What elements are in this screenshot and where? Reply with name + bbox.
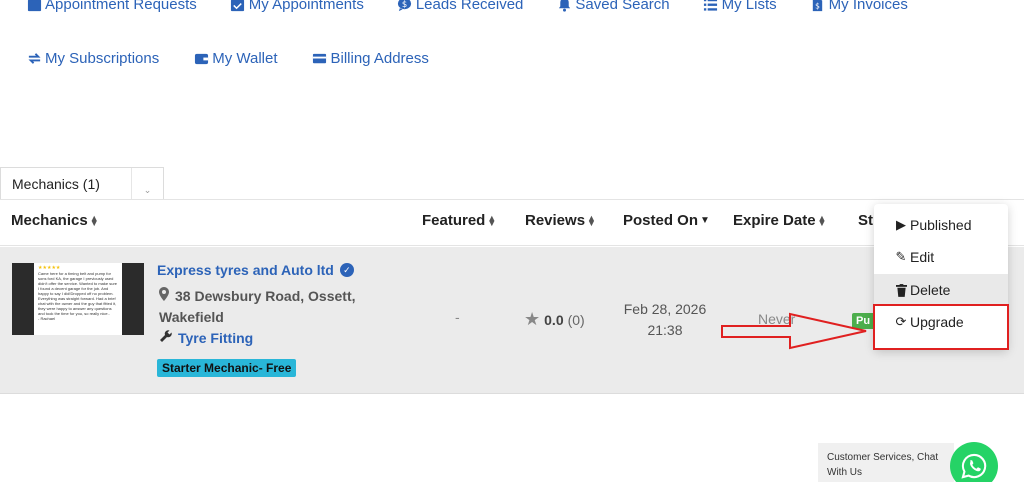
play-icon: ▶ xyxy=(896,217,906,232)
pencil-icon: ✎ xyxy=(895,249,907,264)
review-count: (0) xyxy=(567,311,585,328)
sort-icon: ▲ ▼ xyxy=(587,212,596,228)
review-snippet-image: ★★★★★ Came here for a timing belt and pu… xyxy=(34,263,122,335)
posted-date: Feb 28, 2026 xyxy=(623,301,707,317)
nav-my-wallet[interactable]: My Wallet xyxy=(193,50,278,67)
account-nav-row-2: My Subscriptions My Wallet Billing Addre… xyxy=(26,50,462,67)
nav-label: Billing Address xyxy=(330,50,429,67)
header-featured[interactable]: Featured ▲ ▼ xyxy=(422,212,497,229)
sort-desc-icon: ▼ xyxy=(700,215,710,226)
star-icon: ★ xyxy=(524,309,541,329)
address-text: 38 Dewsbury Road, Ossett, Wakefield xyxy=(159,288,356,325)
list-icon xyxy=(703,0,719,13)
nav-label: My Appointments xyxy=(248,0,364,13)
review-snippet-author: - Rachael xyxy=(38,316,56,321)
header-status[interactable]: St xyxy=(858,212,873,229)
menu-item-label: Edit xyxy=(910,249,935,265)
nav-label: Leads Received xyxy=(415,0,524,13)
posted-time: 21:38 xyxy=(647,322,683,338)
menu-item-delete[interactable]: Delete xyxy=(874,274,1008,306)
menu-item-label: Delete xyxy=(910,282,951,298)
nav-label: Saved Search xyxy=(575,0,670,13)
whatsapp-chat-button[interactable] xyxy=(950,442,998,482)
expire-value: Never xyxy=(758,311,796,327)
header-posted-on[interactable]: Posted On ▼ xyxy=(623,212,710,229)
tab-mechanics[interactable]: Mechanics (1) ⌄ xyxy=(0,167,164,200)
header-label: Posted On xyxy=(623,212,699,229)
svg-text:$: $ xyxy=(402,0,407,9)
header-reviews[interactable]: Reviews ▲ ▼ xyxy=(525,212,596,229)
whatsapp-icon xyxy=(961,453,987,479)
menu-item-label: Published xyxy=(910,217,972,233)
nav-my-appointments[interactable]: My Appointments xyxy=(230,0,364,13)
nav-label: My Subscriptions xyxy=(45,50,160,67)
listing-address: 38 Dewsbury Road, Ossett, Wakefield xyxy=(159,286,381,328)
account-nav-row-1: Appointment Requests My Appointments $ L… xyxy=(26,0,941,13)
sort-icon: ▲ ▼ xyxy=(487,212,497,228)
plan-badge: Starter Mechanic- Free xyxy=(157,359,297,377)
nav-my-lists[interactable]: My Lists xyxy=(703,0,777,13)
nav-my-subscriptions[interactable]: My Subscriptions xyxy=(26,50,159,67)
table-row: ★★★★★ Came here for a timing belt and pu… xyxy=(0,247,1024,394)
invoice-icon: $ xyxy=(810,0,826,13)
header-expire-date[interactable]: Expire Date ▲ ▼ xyxy=(733,212,826,229)
nav-billing-address[interactable]: Billing Address xyxy=(312,50,429,67)
calendar-icon xyxy=(26,0,42,13)
posted-on-cell: Feb 28, 2026 21:38 xyxy=(615,299,715,341)
nav-appointment-requests[interactable]: Appointment Requests xyxy=(26,0,197,13)
category-text: Tyre Fitting xyxy=(178,329,254,346)
sort-icon: ▲ ▼ xyxy=(817,212,827,228)
wrench-icon xyxy=(159,329,173,346)
reviews-cell: ★ 0.0 (0) xyxy=(524,309,585,330)
header-label: Reviews xyxy=(525,212,586,229)
nav-saved-search[interactable]: Saved Search xyxy=(556,0,670,13)
wallet-icon xyxy=(193,51,209,67)
listing-category[interactable]: Tyre Fitting xyxy=(159,329,253,346)
nav-leads-received[interactable]: $ Leads Received xyxy=(397,0,524,13)
rating-value: 0.0 xyxy=(544,311,564,328)
chat-prompt[interactable]: Customer Services, Chat With Us xyxy=(818,443,954,482)
nav-label: Appointment Requests xyxy=(45,0,197,13)
listing-title-text: Express tyres and Auto ltd xyxy=(157,262,334,278)
dollar-bubble-icon: $ xyxy=(397,0,413,13)
menu-item-edit[interactable]: ✎ Edit xyxy=(874,241,1008,273)
menu-item-published[interactable]: ▶ Published xyxy=(874,209,1008,241)
sync-icon xyxy=(26,51,42,67)
listing-title[interactable]: Express tyres and Auto ltd ✓ xyxy=(157,262,354,278)
map-pin-icon xyxy=(159,286,169,307)
card-icon xyxy=(312,51,328,67)
featured-value: - xyxy=(455,309,460,325)
chevron-down-icon[interactable]: ⌄ xyxy=(131,168,163,200)
nav-label: My Lists xyxy=(721,0,777,13)
header-label: St xyxy=(858,212,873,229)
header-label: Expire Date xyxy=(733,212,816,229)
verified-check-icon: ✓ xyxy=(339,263,354,277)
svg-text:$: $ xyxy=(815,2,820,11)
nav-label: My Wallet xyxy=(212,50,278,67)
bell-icon xyxy=(556,0,572,13)
annotation-highlight-box xyxy=(873,304,1009,350)
nav-label: My Invoices xyxy=(828,0,908,13)
calendar-check-icon xyxy=(230,0,246,13)
header-label: Featured xyxy=(422,212,486,229)
nav-my-invoices[interactable]: $ My Invoices xyxy=(810,0,908,13)
header-label: Mechanics xyxy=(11,212,88,229)
listing-thumbnail[interactable]: ★★★★★ Came here for a timing belt and pu… xyxy=(12,263,144,335)
tab-label: Mechanics (1) xyxy=(12,176,100,192)
header-mechanics[interactable]: Mechanics ▲ ▼ xyxy=(11,212,99,229)
sort-icon: ▲ ▼ xyxy=(89,212,99,228)
review-snippet-text: Came here for a timing belt and pump for… xyxy=(38,271,118,316)
table-header: Mechanics ▲ ▼ Featured ▲ ▼ Reviews ▲ ▼ Post… xyxy=(0,199,1024,246)
trash-icon xyxy=(894,283,908,297)
